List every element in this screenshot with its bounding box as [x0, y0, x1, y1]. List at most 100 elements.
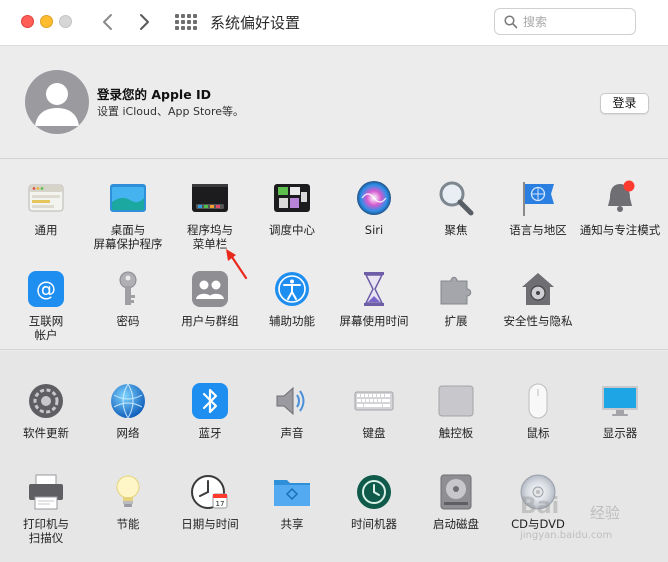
pref-desktop-screensaver[interactable]: 桌面与 屏幕保护程序 [87, 160, 169, 251]
pref-accessibility[interactable]: 辅助功能 [251, 251, 333, 341]
pref-network[interactable]: 网络 [87, 363, 169, 453]
pref-startup-disk[interactable]: 启动磁盘 [415, 454, 497, 544]
search-input[interactable] [523, 12, 631, 31]
desktop-screensaver-icon [110, 184, 146, 212]
notifications-focus-icon [608, 180, 635, 212]
pref-label: 打印机与 扫描仪 [23, 517, 69, 545]
pref-label: 日期与时间 [181, 517, 239, 531]
sharing-icon [274, 480, 310, 506]
pref-sharing[interactable]: 共享 [251, 454, 333, 544]
sound-icon [276, 386, 305, 416]
software-update-icon [29, 384, 63, 418]
pref-label: 安全性与隐私 [503, 314, 573, 328]
search-field[interactable] [494, 8, 636, 35]
pref-sound[interactable]: 声音 [251, 363, 333, 453]
printers-scanners-icon [29, 474, 63, 510]
pref-time-machine[interactable]: 时间机器 [333, 454, 415, 544]
mission-control-icon [274, 184, 310, 212]
siri-icon [357, 181, 391, 215]
pref-trackpad[interactable]: 触控板 [415, 363, 497, 453]
search-icon [504, 15, 518, 29]
pref-label: 扩展 [444, 314, 468, 328]
pref-label: 时间机器 [351, 517, 397, 531]
spotlight-icon [439, 181, 474, 216]
pref-label: 桌面与 屏幕保护程序 [93, 223, 163, 251]
chevron-right-icon [140, 14, 149, 30]
pref-label: 互联网 帐户 [28, 314, 64, 342]
pref-label: 软件更新 [23, 426, 69, 440]
avatar[interactable] [25, 70, 89, 134]
trackpad-icon [438, 385, 474, 417]
mouse-icon [528, 383, 548, 419]
pref-energy-saver[interactable]: 节能 [87, 454, 169, 544]
apple-id-title[interactable]: 登录您的 Apple ID [97, 84, 211, 103]
pref-general[interactable]: 通用 [5, 160, 87, 250]
apple-id-subtitle: 设置 iCloud、App Store等。 [97, 105, 245, 118]
pref-label: 启动磁盘 [433, 517, 479, 531]
pref-label: 辅助功能 [269, 314, 315, 328]
pref-mouse[interactable]: 鼠标 [497, 363, 579, 453]
pref-label: 共享 [280, 517, 304, 531]
pref-notifications-focus[interactable]: 通知与专注模式 [579, 160, 661, 250]
pref-passwords[interactable]: 密码 [87, 251, 169, 341]
pref-spotlight[interactable]: 聚焦 [415, 160, 497, 250]
bluetooth-icon [192, 383, 228, 419]
pref-label: 通用 [34, 223, 58, 237]
date-time-icon: 17 [191, 475, 228, 509]
pref-cd-dvd[interactable]: CD与DVD [497, 454, 579, 544]
pref-screen-time[interactable]: 屏幕使用时间 [333, 251, 415, 341]
show-all-grid-button[interactable] [175, 13, 197, 31]
pref-keyboard[interactable]: 键盘 [333, 363, 415, 453]
energy-saver-icon [116, 475, 140, 507]
minimize-window-button[interactable] [40, 15, 53, 28]
startup-disk-icon [440, 474, 472, 510]
pref-siri[interactable]: Siri [333, 160, 415, 250]
pref-label: 触控板 [438, 426, 474, 440]
pref-mission-control[interactable]: 调度中心 [251, 160, 333, 250]
pref-label: 屏幕使用时间 [339, 314, 409, 328]
annotation-arrow [226, 249, 248, 280]
pref-language-region[interactable]: 语言与地区 [497, 160, 579, 250]
hardware-preferences-section: 软件更新 网络 蓝牙 声音 键盘 触控板 鼠标 显示器 打印机与 扫描仪 节能 … [0, 351, 668, 562]
zoom-window-button[interactable] [59, 15, 72, 28]
forward-button[interactable] [134, 10, 156, 34]
displays-icon [602, 386, 638, 416]
security-privacy-icon [522, 273, 554, 305]
pref-label: 声音 [280, 426, 304, 440]
pref-printers-scanners[interactable]: 打印机与 扫描仪 [5, 454, 87, 545]
pref-label: 鼠标 [526, 426, 550, 440]
general-icon [28, 184, 64, 212]
user-silhouette-icon [35, 83, 79, 126]
svg-text:@: @ [36, 277, 56, 301]
system-preferences-window: 系统偏好设置 登录您的 Apple ID 设置 iCloud、App Store… [0, 0, 668, 562]
screen-time-icon [364, 272, 384, 306]
personal-preferences-section: 通用 桌面与 屏幕保护程序 程序坞与 菜单栏 调度中心 Siri 聚焦 语言与地… [0, 160, 668, 350]
dock-menubar-icon [192, 184, 228, 212]
pref-label: 键盘 [362, 426, 386, 440]
extensions-icon [440, 276, 472, 305]
time-machine-icon [357, 475, 391, 509]
keyboard-icon [354, 391, 394, 411]
pref-label: 通知与专注模式 [579, 223, 661, 237]
pref-label: 显示器 [602, 426, 638, 440]
internet-accounts-icon: @ [28, 271, 64, 307]
pref-label: 节能 [116, 517, 140, 531]
pref-bluetooth[interactable]: 蓝牙 [169, 363, 251, 453]
pref-dock-menubar[interactable]: 程序坞与 菜单栏 [169, 160, 251, 251]
pref-internet-accounts[interactable]: @ 互联网 帐户 [5, 251, 87, 342]
pref-software-update[interactable]: 软件更新 [5, 363, 87, 453]
pref-extensions[interactable]: 扩展 [415, 251, 497, 341]
accessibility-icon [275, 272, 309, 306]
pref-label: 网络 [116, 426, 140, 440]
chevron-left-icon [103, 14, 112, 30]
pref-label: CD与DVD [511, 517, 565, 531]
pref-security-privacy[interactable]: 安全性与隐私 [497, 251, 579, 341]
passwords-icon [119, 271, 137, 305]
close-window-button[interactable] [21, 15, 34, 28]
pref-label: 用户与群组 [181, 314, 239, 328]
pref-label: 密码 [116, 314, 140, 328]
pref-displays[interactable]: 显示器 [579, 363, 661, 453]
pref-date-time[interactable]: 17 日期与时间 [169, 454, 251, 544]
login-button[interactable]: 登录 [600, 93, 649, 114]
back-button[interactable] [96, 10, 118, 34]
